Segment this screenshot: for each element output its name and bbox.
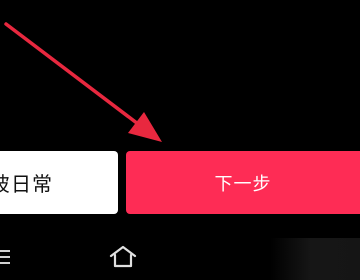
next-step-button-label: 下一步 [214, 173, 272, 195]
home-icon[interactable] [108, 244, 138, 270]
blurred-corner [270, 238, 360, 280]
daily-button-label: 彼日常 [0, 172, 53, 196]
daily-button[interactable]: 彼日常 [0, 151, 118, 214]
screen: 彼日常 下一步 [0, 0, 360, 280]
next-step-button[interactable]: 下一步 [126, 151, 360, 214]
menu-icon[interactable] [0, 250, 14, 264]
